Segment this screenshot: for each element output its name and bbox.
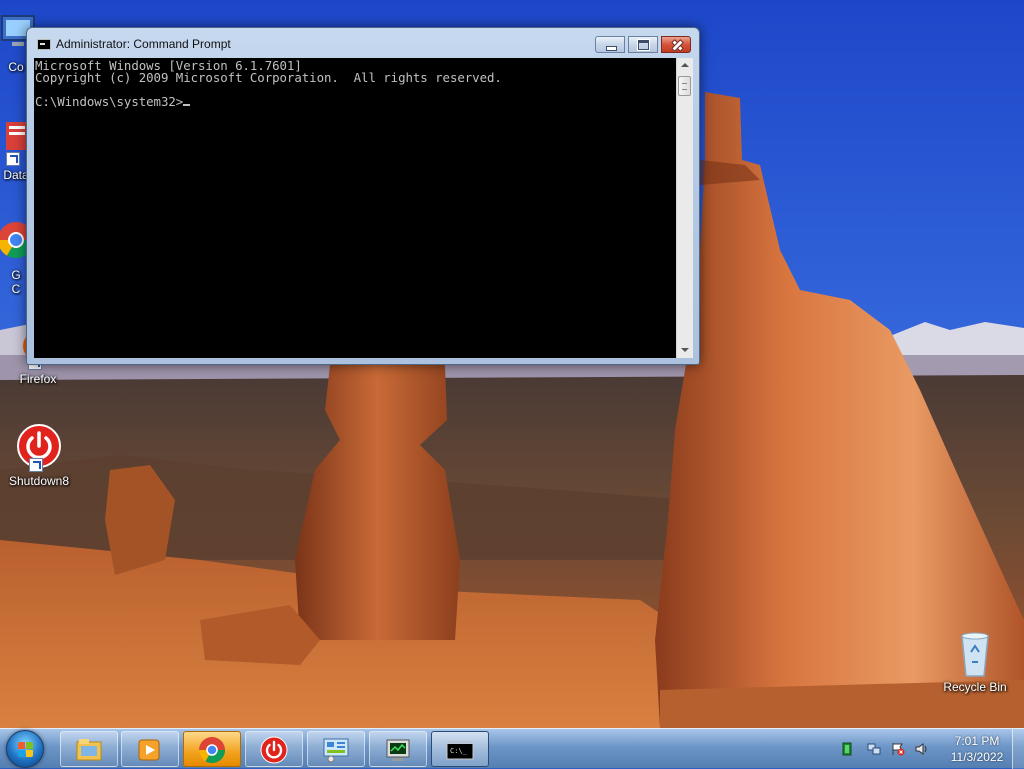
desktop-icon-shutdown8[interactable]: Shutdown8 bbox=[1, 424, 77, 488]
scroll-down-arrow-icon[interactable] bbox=[677, 342, 693, 358]
taskbar-task-manager[interactable] bbox=[369, 731, 427, 767]
start-button[interactable] bbox=[6, 730, 44, 768]
network-icon[interactable] bbox=[867, 742, 881, 756]
scrollbar-thumb[interactable] bbox=[678, 76, 691, 96]
window-titlebar[interactable]: Administrator: Command Prompt bbox=[27, 28, 699, 58]
windows-logo-icon bbox=[18, 750, 25, 757]
windows-explorer-icon bbox=[76, 739, 102, 761]
clock-time[interactable]: 7:01 PM bbox=[942, 734, 1012, 748]
notification-area: 7:01 PM 11/3/2022 bbox=[830, 729, 1024, 769]
clock-date[interactable]: 11/3/2022 bbox=[942, 750, 1012, 764]
show-desktop-button[interactable] bbox=[1012, 729, 1024, 769]
task-manager-icon bbox=[386, 739, 410, 761]
shortcut-arrow-icon bbox=[6, 152, 20, 166]
console-prompt: C:\Windows\system32> bbox=[35, 94, 184, 109]
windows-logo-icon bbox=[26, 742, 33, 749]
taskbar-media-player[interactable] bbox=[121, 731, 179, 767]
desktop-icon-label: Recycle Bin bbox=[943, 680, 1007, 694]
close-button[interactable] bbox=[661, 36, 691, 53]
taskbar-windows-explorer[interactable] bbox=[60, 731, 118, 767]
shortcut-arrow-icon bbox=[29, 458, 43, 472]
window-title: Administrator: Command Prompt bbox=[56, 37, 231, 51]
taskbar-command-prompt[interactable]: C:\_ bbox=[431, 731, 489, 767]
windows-logo-icon bbox=[26, 750, 33, 757]
volume-icon[interactable] bbox=[915, 742, 929, 756]
shutdown-icon bbox=[260, 736, 288, 764]
vertical-scrollbar[interactable] bbox=[676, 58, 693, 358]
desktop-icon-label: Shutdown8 bbox=[8, 474, 70, 488]
console-line: Copyright (c) 2009 Microsoft Corporation… bbox=[35, 70, 502, 85]
taskbar-control-panel[interactable] bbox=[307, 731, 365, 767]
minimize-button[interactable] bbox=[595, 36, 625, 53]
command-prompt-icon[interactable] bbox=[37, 39, 51, 50]
taskbar: C:\_ 7:01 PM 11/3/2022 bbox=[0, 728, 1024, 769]
windows-logo-icon bbox=[18, 742, 25, 749]
desktop-icon-label: Firefox bbox=[19, 372, 57, 386]
media-player-icon bbox=[138, 739, 160, 761]
scroll-up-arrow-icon[interactable] bbox=[677, 58, 693, 74]
power-meter-icon[interactable] bbox=[840, 742, 854, 756]
console-output[interactable]: Microsoft Windows [Version 6.1.7601] Cop… bbox=[34, 58, 676, 358]
recycle-bin-icon bbox=[951, 630, 999, 678]
maximize-button[interactable] bbox=[628, 36, 658, 53]
shutdown-icon bbox=[15, 424, 63, 472]
taskbar-chrome[interactable] bbox=[183, 731, 241, 767]
svg-text:C:\_: C:\_ bbox=[450, 747, 468, 755]
command-prompt-icon: C:\_ bbox=[446, 740, 474, 760]
control-panel-icon bbox=[323, 738, 349, 763]
desktop-icon-recycle-bin[interactable]: Recycle Bin bbox=[937, 630, 1013, 694]
taskbar-shutdown8[interactable] bbox=[245, 731, 303, 767]
command-prompt-window[interactable]: Administrator: Command Prompt Microsoft … bbox=[26, 27, 700, 365]
text-cursor bbox=[183, 104, 191, 106]
chrome-icon bbox=[198, 737, 226, 764]
action-center-flag-icon[interactable] bbox=[891, 742, 905, 756]
